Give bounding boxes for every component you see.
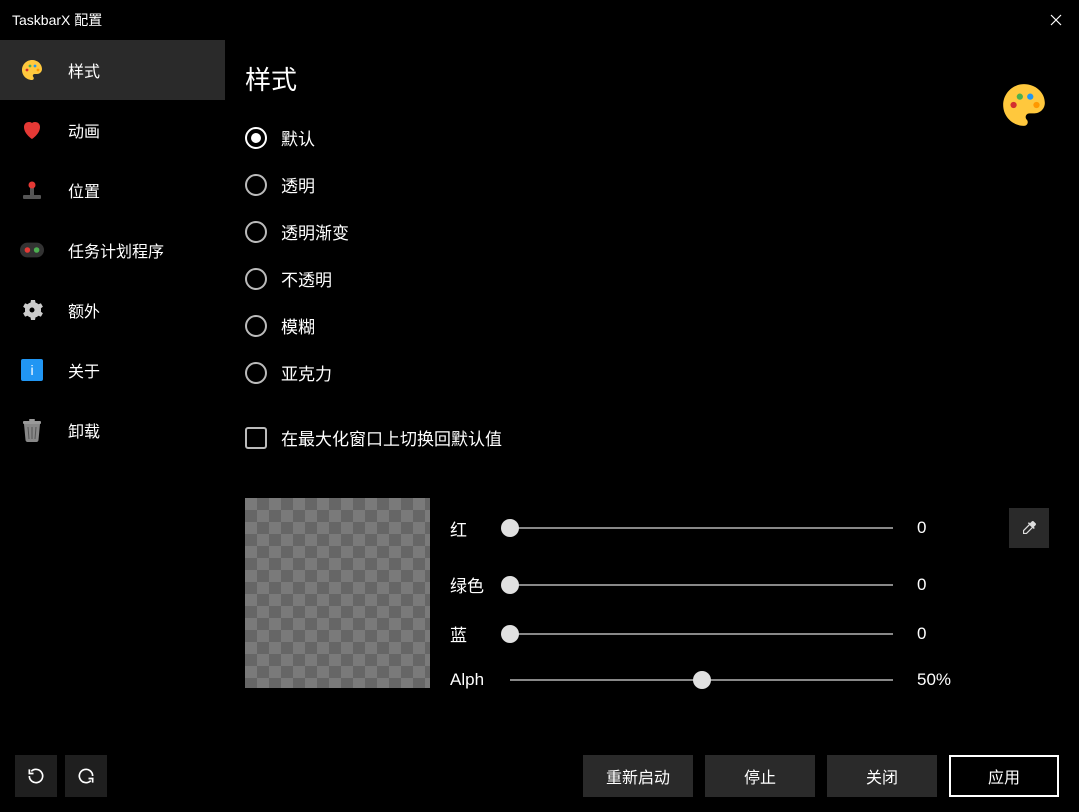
- radio-default[interactable]: 默认: [245, 125, 1049, 150]
- color-preview: [245, 498, 430, 688]
- eyedropper-button[interactable]: [1009, 508, 1049, 548]
- eyedropper-icon: [1020, 519, 1038, 537]
- titlebar: TaskbarX 配置: [0, 0, 1079, 40]
- radio-circle-icon: [245, 127, 267, 149]
- sidebar-item-scheduler[interactable]: 任务计划程序: [0, 220, 225, 280]
- radio-label: 亚克力: [281, 360, 332, 385]
- undo-icon: [26, 766, 46, 786]
- gear-icon: [20, 298, 44, 322]
- svg-text:i: i: [30, 362, 33, 378]
- info-icon: i: [20, 358, 44, 382]
- refresh-icon: [76, 766, 96, 786]
- radio-label: 默认: [281, 125, 315, 150]
- slider-blue[interactable]: [510, 633, 893, 635]
- sidebar-item-extra[interactable]: 额外: [0, 280, 225, 340]
- radio-circle-icon: [245, 174, 267, 196]
- apply-button[interactable]: 应用: [949, 755, 1059, 797]
- window-title: TaskbarX 配置: [12, 10, 102, 30]
- checkbox-switch-on-maximize[interactable]: 在最大化窗口上切换回默认值: [245, 425, 1049, 450]
- close-icon: [1050, 14, 1062, 26]
- radio-label: 透明渐变: [281, 219, 349, 244]
- page-title: 样式: [245, 60, 1049, 97]
- undo-button[interactable]: [15, 755, 57, 797]
- slider-label-blue: 蓝: [450, 621, 498, 646]
- radio-label: 透明: [281, 172, 315, 197]
- slider-label-alpha: Alph: [450, 670, 498, 690]
- sidebar-item-label: 额外: [68, 298, 100, 322]
- sidebar-item-about[interactable]: i 关于: [0, 340, 225, 400]
- slider-red[interactable]: [510, 527, 893, 529]
- refresh-button[interactable]: [65, 755, 107, 797]
- close-app-button[interactable]: 关闭: [827, 755, 937, 797]
- radio-circle-icon: [245, 268, 267, 290]
- checkbox-label: 在最大化窗口上切换回默认值: [281, 425, 502, 450]
- radio-blur[interactable]: 模糊: [245, 313, 1049, 338]
- main-panel: 样式 默认 透明 透明渐变 不透明 模糊: [225, 40, 1079, 812]
- checkbox-icon: [245, 427, 267, 449]
- sidebar-item-label: 位置: [68, 178, 100, 202]
- joystick-icon: [20, 178, 44, 202]
- palette-icon: [20, 58, 44, 82]
- restart-button[interactable]: 重新启动: [583, 755, 693, 797]
- sidebar-item-uninstall[interactable]: 卸载: [0, 400, 225, 460]
- sidebar: 样式 动画 位置 任务计划程序: [0, 40, 225, 812]
- slider-label-red: 红: [450, 516, 498, 541]
- slider-value-red: 0: [917, 518, 967, 538]
- sidebar-item-position[interactable]: 位置: [0, 160, 225, 220]
- style-radio-group: 默认 透明 透明渐变 不透明 模糊 亚克力: [245, 125, 1049, 385]
- sidebar-item-style[interactable]: 样式: [0, 40, 225, 100]
- slider-value-blue: 0: [917, 624, 967, 644]
- sidebar-item-animation[interactable]: 动画: [0, 100, 225, 160]
- radio-circle-icon: [245, 315, 267, 337]
- radio-acrylic[interactable]: 亚克力: [245, 360, 1049, 385]
- slider-value-green: 0: [917, 575, 967, 595]
- close-button[interactable]: [1033, 0, 1079, 40]
- radio-circle-icon: [245, 362, 267, 384]
- radio-circle-icon: [245, 221, 267, 243]
- slider-value-alpha: 50%: [917, 670, 967, 690]
- heart-icon: [20, 118, 44, 142]
- scheduler-icon: [20, 238, 44, 262]
- radio-transparent-gradient[interactable]: 透明渐变: [245, 219, 1049, 244]
- sidebar-item-label: 关于: [68, 358, 100, 382]
- trash-icon: [20, 418, 44, 442]
- sidebar-item-label: 动画: [68, 118, 100, 142]
- sidebar-item-label: 样式: [68, 58, 100, 82]
- slider-label-green: 绿色: [450, 572, 498, 597]
- radio-transparent[interactable]: 透明: [245, 172, 1049, 197]
- slider-green[interactable]: [510, 584, 893, 586]
- radio-label: 不透明: [281, 266, 332, 291]
- radio-opaque[interactable]: 不透明: [245, 266, 1049, 291]
- sidebar-item-label: 卸载: [68, 418, 100, 442]
- slider-alpha[interactable]: [510, 679, 893, 681]
- sidebar-item-label: 任务计划程序: [68, 238, 164, 262]
- radio-label: 模糊: [281, 313, 315, 338]
- stop-button[interactable]: 停止: [705, 755, 815, 797]
- palette-large-icon: [999, 80, 1049, 135]
